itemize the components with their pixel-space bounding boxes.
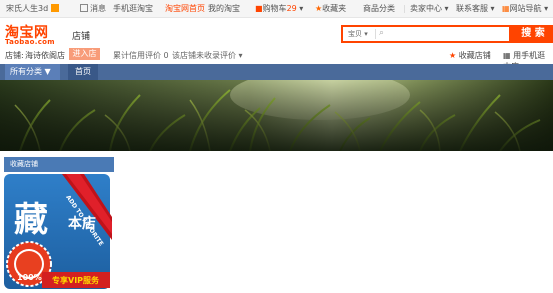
module-title: 收藏店铺	[4, 157, 114, 172]
chevron-down-icon: ▾	[299, 4, 304, 13]
search-button[interactable]: 搜 索	[509, 25, 553, 43]
store-rating: 累计信用评价 0	[113, 51, 169, 60]
message-icon	[80, 4, 88, 12]
cart-link[interactable]: ■购物车29 ▾	[255, 4, 303, 14]
favorite-store-module: 收藏店铺 藏 本店 ADD TO FAVORITE 100% 专享VIP服务	[4, 157, 114, 291]
support-link[interactable]: 联系客服 ▾	[456, 4, 495, 14]
categories-link[interactable]: 商品分类	[363, 4, 395, 14]
search-icon: ⌕	[379, 28, 385, 38]
favorite-store-link[interactable]: ★ 收藏店铺	[449, 50, 491, 61]
badge-vip-text: 专享VIP服务	[52, 276, 100, 285]
sitemap-link[interactable]: ▦网站导航 ▾	[502, 4, 548, 14]
enter-store-button[interactable]: 进入店铺	[69, 48, 100, 70]
grid-icon: ▦	[502, 4, 510, 13]
search-scope-select[interactable]: 宝贝 ▾	[346, 29, 376, 39]
cart-count: 29	[286, 4, 297, 13]
search-box: 宝贝 ▾ ⌕ 搜 索	[341, 25, 553, 43]
favorites-link[interactable]: ★收藏夹	[315, 4, 346, 14]
nav-home-tab[interactable]: 首页	[68, 64, 98, 80]
cart-icon: ■	[255, 4, 263, 13]
divider	[404, 5, 405, 13]
store-nav: 所有分类 ▼ 首页	[0, 64, 553, 80]
store-name[interactable]: 海诗依阁店	[25, 50, 65, 61]
messages-link[interactable]: 消息	[80, 4, 106, 14]
favorite-badge[interactable]: 藏 本店 ADD TO FAVORITE 100% 专享VIP服务	[4, 172, 114, 291]
triangle-down-icon: ▼	[44, 67, 51, 76]
badge-percent: 100%	[17, 273, 42, 282]
seller-center-link[interactable]: 卖家中心 ▾	[410, 4, 449, 14]
store-tag: 店铺	[72, 32, 91, 42]
homepage-link[interactable]: 淘宝网首页	[165, 4, 205, 14]
qr-icon: ▦	[503, 51, 511, 60]
all-categories-menu[interactable]: 所有分类 ▼	[5, 64, 60, 80]
grass-banner-image	[0, 80, 553, 151]
taobao-logo[interactable]: 淘宝网 Taobao.com	[5, 22, 61, 46]
user-greeting[interactable]: 宋氏人生3d	[6, 4, 61, 14]
store-info-bar: 店铺: 海诗依阁店 进入店铺 累计信用评价 0 该店铺未收录评价 ▾ ★ 收藏店…	[0, 48, 553, 71]
badge-main-char: 藏	[14, 200, 48, 240]
mobile-visit-link[interactable]: 手机逛淘宝	[113, 4, 153, 14]
store-banner	[0, 80, 553, 151]
site-top-bar: 宋氏人生3d 消息 手机逛淘宝 淘宝网首页 我的淘宝 ■购物车29 ▾ ★收藏夹…	[0, 0, 553, 18]
my-taobao-link[interactable]: 我的淘宝	[208, 4, 240, 14]
star-icon: ★	[449, 51, 457, 60]
user-level-icon	[50, 4, 59, 12]
review-status[interactable]: 该店铺未收录评价 ▾	[172, 50, 243, 61]
